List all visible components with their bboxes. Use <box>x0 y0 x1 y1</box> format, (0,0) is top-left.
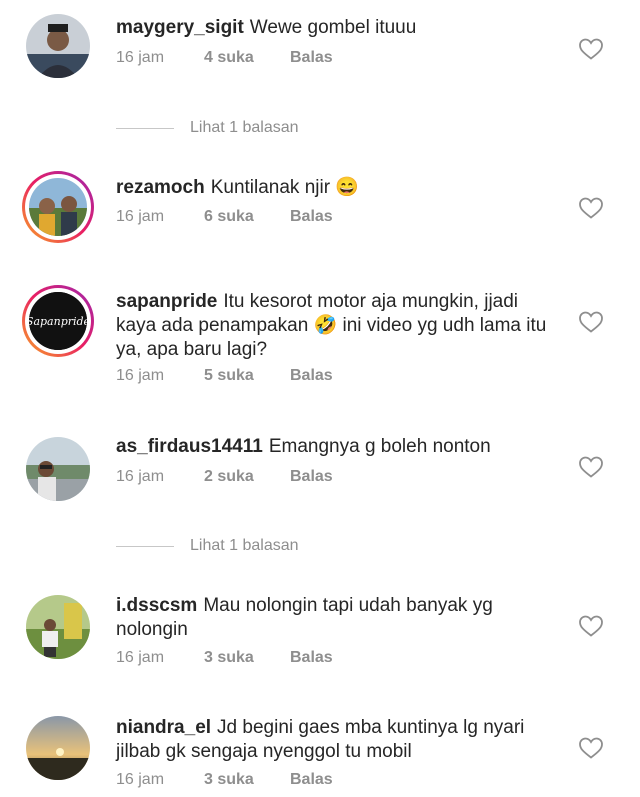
comment-username[interactable]: rezamoch <box>116 177 205 198</box>
comment-body: sapanpride Itu kesorot motor aja mungkin,… <box>116 290 556 362</box>
comment-time: 16 jam <box>116 649 165 666</box>
avatar-logo-text: Sapanpride <box>29 315 87 328</box>
comment-body: rezamoch Kuntilanak njir 😄 <box>116 176 556 200</box>
avatar[interactable] <box>26 14 90 78</box>
divider <box>116 546 174 547</box>
comment-text: Wewe gombel ituuu <box>249 17 417 38</box>
heart-outline-icon[interactable] <box>578 196 604 220</box>
comment-likes[interactable]: 2 suka <box>204 468 254 486</box>
comment-time: 16 jam <box>116 49 165 66</box>
comment-text: Emangnya g boleh nonton <box>268 436 491 457</box>
avatar[interactable] <box>26 437 90 501</box>
comment-likes[interactable]: 3 suka <box>204 649 254 667</box>
reply-button[interactable]: Balas <box>290 208 333 226</box>
comment-likes[interactable]: 4 suka <box>204 49 254 67</box>
reply-button[interactable]: Balas <box>290 771 333 789</box>
comment-likes[interactable]: 5 suka <box>204 367 254 385</box>
avatar[interactable] <box>26 716 90 780</box>
heart-outline-icon[interactable] <box>578 455 604 479</box>
comment-time: 16 jam <box>116 468 165 485</box>
comment-time: 16 jam <box>116 771 165 788</box>
reply-button[interactable]: Balas <box>290 468 333 486</box>
comment-body: i.dsscsm Mau nolongin tapi udah banyak yg… <box>116 594 556 642</box>
heart-outline-icon[interactable] <box>578 614 604 638</box>
view-replies-label[interactable]: Lihat 1 balasan <box>190 119 299 137</box>
heart-outline-icon[interactable] <box>578 310 604 334</box>
comment-body: maygery_sigit Wewe gombel ituuu <box>116 16 556 40</box>
comment-username[interactable]: niandra_el <box>116 717 211 738</box>
heart-outline-icon[interactable] <box>578 736 604 760</box>
comment-likes[interactable]: 3 suka <box>204 771 254 789</box>
comment-body: niandra_el Jd begini gaes mba kuntinya lg… <box>116 716 556 764</box>
comment-likes[interactable]: 6 suka <box>204 208 254 226</box>
comment-body: as_firdaus14411 Emangnya g boleh nonton <box>116 435 556 459</box>
comment-time: 16 jam <box>116 208 165 225</box>
comment-text: Kuntilanak njir 😄 <box>210 177 359 198</box>
reply-button[interactable]: Balas <box>290 649 333 667</box>
reply-button[interactable]: Balas <box>290 49 333 67</box>
comment-username[interactable]: sapanpride <box>116 291 217 312</box>
heart-outline-icon[interactable] <box>578 37 604 61</box>
comment-time: 16 jam <box>116 367 165 384</box>
divider <box>116 128 174 129</box>
avatar[interactable] <box>26 595 90 659</box>
comment-username[interactable]: as_firdaus14411 <box>116 436 263 457</box>
comment-username[interactable]: i.dsscsm <box>116 595 197 616</box>
reply-button[interactable]: Balas <box>290 367 333 385</box>
view-replies-label[interactable]: Lihat 1 balasan <box>190 537 299 555</box>
avatar[interactable]: Sapanpride <box>22 285 94 357</box>
avatar[interactable] <box>22 171 94 243</box>
comment-username[interactable]: maygery_sigit <box>116 17 244 38</box>
